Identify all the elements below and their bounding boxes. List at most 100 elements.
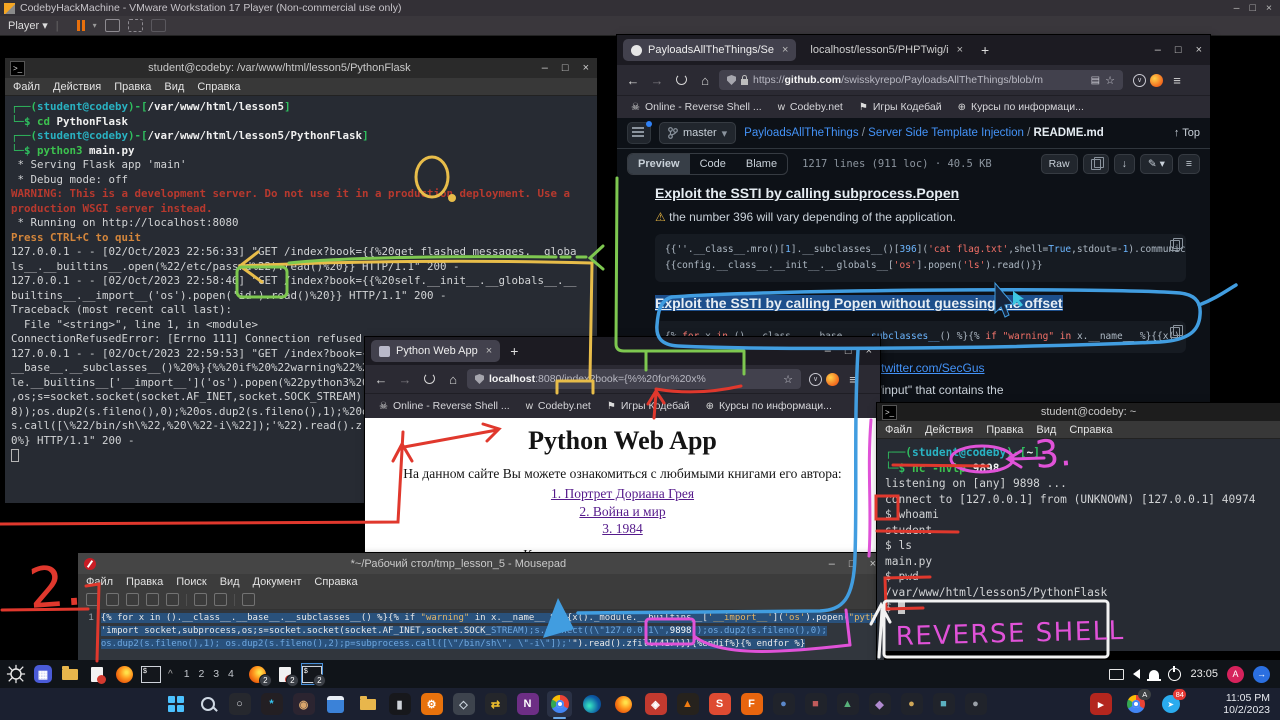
book-link-2[interactable]: 2. Война и мир bbox=[365, 503, 880, 521]
book-link-1[interactable]: 1. Портрет Дориана Грея bbox=[365, 485, 880, 503]
files-app[interactable] bbox=[355, 691, 380, 717]
menu-item[interactable]: Правка bbox=[126, 576, 163, 588]
lock-button[interactable]: A bbox=[1227, 666, 1244, 683]
tab-preview[interactable]: Preview bbox=[628, 154, 690, 174]
tab-localhost-phptwig[interactable]: localhost/lesson5/PHPTwig/i × bbox=[802, 39, 971, 61]
mousepad-button[interactable] bbox=[87, 664, 107, 684]
pocket-icon[interactable]: ∨ bbox=[1133, 74, 1146, 87]
copy-code-icon[interactable] bbox=[1170, 327, 1180, 344]
tab-close-icon[interactable]: × bbox=[957, 44, 963, 56]
bookmark-item[interactable]: ☠Online - Reverse Shell ... bbox=[631, 101, 762, 113]
back-to-top-button[interactable]: ↑ Top bbox=[1174, 127, 1200, 139]
outline-button[interactable]: ≡ bbox=[1178, 154, 1200, 174]
bookmark-star-icon[interactable]: ☆ bbox=[783, 373, 793, 386]
tab-blame[interactable]: Blame bbox=[736, 154, 787, 174]
fullscreen-button[interactable] bbox=[128, 19, 143, 32]
right-terminal-titlebar[interactable]: >_ student@codeby: ~ bbox=[877, 403, 1280, 421]
menu-item[interactable]: Файл bbox=[885, 424, 912, 436]
menu-item[interactable]: Правка bbox=[114, 81, 151, 93]
firefox-app[interactable] bbox=[611, 691, 636, 717]
menu-item[interactable]: Вид bbox=[164, 81, 184, 93]
back-button[interactable]: ← bbox=[623, 73, 643, 88]
start-button[interactable] bbox=[163, 691, 188, 717]
download-button[interactable]: ↓ bbox=[1114, 154, 1135, 174]
menu-item[interactable]: Справка bbox=[314, 576, 357, 588]
terminal-button[interactable]: $ bbox=[141, 664, 161, 684]
slack-app[interactable]: * bbox=[259, 691, 284, 717]
terminal-window-button[interactable]: $2 bbox=[302, 664, 322, 684]
forward-button[interactable]: → bbox=[647, 73, 667, 88]
mousepad-titlebar[interactable]: *~/Рабочий стол/tmp_lesson_5 - Mousepad … bbox=[78, 553, 884, 574]
maximize-button[interactable]: □ bbox=[849, 558, 856, 570]
suspend-button[interactable] bbox=[77, 20, 85, 31]
readme-heading-2[interactable]: Exploit the SSTI by calling Popen withou… bbox=[655, 295, 1210, 311]
search-button[interactable] bbox=[195, 691, 220, 717]
photos-app[interactable]: ◉ bbox=[291, 691, 316, 717]
mousepad-text[interactable]: {% for x in ().__class__.__base__.__subc… bbox=[97, 610, 884, 660]
settings-app[interactable]: ⚙ bbox=[419, 691, 444, 717]
firefox-account-icon[interactable] bbox=[826, 373, 839, 386]
book-link-3[interactable]: 3. 1984 bbox=[365, 520, 880, 538]
vmware-close-button[interactable]: × bbox=[1266, 2, 1272, 14]
media-app[interactable]: ◈ bbox=[643, 691, 668, 717]
telegram-app[interactable]: ➤84 bbox=[1158, 691, 1183, 717]
shop-app[interactable]: S bbox=[707, 691, 732, 717]
sync-app[interactable]: ⇄ bbox=[483, 691, 508, 717]
apps-button[interactable]: ▦ bbox=[33, 664, 53, 684]
guest-clock[interactable]: 23:05 bbox=[1190, 668, 1218, 680]
video-app[interactable]: ▸ bbox=[1088, 691, 1113, 717]
chrome-app[interactable] bbox=[547, 691, 572, 717]
bookmark-star-icon[interactable]: ☆ bbox=[1105, 74, 1115, 87]
vmware-app[interactable]: ◇ bbox=[451, 691, 476, 717]
bookmark-item[interactable]: ☠Online - Reverse Shell ... bbox=[379, 400, 510, 412]
reload-button[interactable] bbox=[671, 73, 691, 88]
menu-item[interactable]: Действия bbox=[925, 424, 973, 436]
widget-app[interactable]: ○ bbox=[227, 691, 252, 717]
host-clock[interactable]: 11:05 PM10/2/2023 bbox=[1193, 692, 1270, 716]
minimize-button[interactable]: – bbox=[542, 62, 548, 74]
menu-item[interactable]: Вид bbox=[1036, 424, 1056, 436]
left-terminal-titlebar[interactable]: >_ student@codeby: /var/www/html/lesson5… bbox=[5, 58, 597, 78]
notifications-icon[interactable] bbox=[1149, 670, 1159, 679]
menu-item[interactable]: Справка bbox=[1069, 424, 1112, 436]
close-button[interactable]: × bbox=[1196, 44, 1202, 56]
maximize-button[interactable]: □ bbox=[845, 345, 852, 357]
edge-app[interactable] bbox=[579, 691, 604, 717]
minimize-button[interactable]: – bbox=[829, 558, 835, 570]
url-bar[interactable]: https://github.com/swisskyrepo/PayloadsA… bbox=[719, 70, 1123, 90]
vmware-minimize-button[interactable]: – bbox=[1234, 2, 1240, 14]
show-more-button[interactable]: ^ bbox=[168, 669, 173, 680]
home-button[interactable]: ⌂ bbox=[443, 372, 463, 387]
branch-selector[interactable]: master ▾ bbox=[659, 122, 736, 144]
app-c[interactable]: ▲ bbox=[835, 691, 860, 717]
menu-item[interactable]: Документ bbox=[253, 576, 302, 588]
close-button[interactable]: × bbox=[866, 345, 872, 357]
file-manager-button[interactable] bbox=[60, 664, 80, 684]
app-f[interactable]: ■ bbox=[931, 691, 956, 717]
raw-button[interactable]: Raw bbox=[1041, 154, 1078, 174]
carrot-app[interactable]: ▲ bbox=[675, 691, 700, 717]
new-tab-button[interactable]: + bbox=[510, 343, 518, 359]
close-button[interactable]: × bbox=[870, 558, 876, 570]
app-a[interactable]: ● bbox=[771, 691, 796, 717]
bookmark-item[interactable]: ⚑Игры Кодебай bbox=[859, 101, 942, 113]
minimize-button[interactable]: – bbox=[1155, 44, 1161, 56]
player-menu[interactable]: Player ▾ bbox=[8, 19, 48, 32]
firefox-button[interactable] bbox=[114, 664, 134, 684]
file-tree-button[interactable] bbox=[627, 122, 651, 144]
onenote-app[interactable]: N bbox=[515, 691, 540, 717]
close-button[interactable]: × bbox=[583, 62, 589, 74]
copy-file-button[interactable] bbox=[1083, 154, 1109, 174]
tab-close-icon[interactable]: × bbox=[486, 345, 492, 357]
home-button[interactable]: ⌂ bbox=[695, 73, 715, 88]
menu-item[interactable]: Поиск bbox=[176, 576, 206, 588]
app-g[interactable]: ● bbox=[963, 691, 988, 717]
firefox-account-icon[interactable] bbox=[1150, 74, 1163, 87]
wallet-app[interactable]: ▮ bbox=[387, 691, 412, 717]
menu-item[interactable]: Правка bbox=[986, 424, 1023, 436]
back-button[interactable]: ← bbox=[371, 372, 391, 387]
app-d[interactable]: ◆ bbox=[867, 691, 892, 717]
menu-item[interactable]: Справка bbox=[197, 81, 240, 93]
code-block-1[interactable]: {{''.__class__.mro()[1].__subclasses__()… bbox=[655, 234, 1186, 282]
maximize-button[interactable]: □ bbox=[1175, 44, 1182, 56]
